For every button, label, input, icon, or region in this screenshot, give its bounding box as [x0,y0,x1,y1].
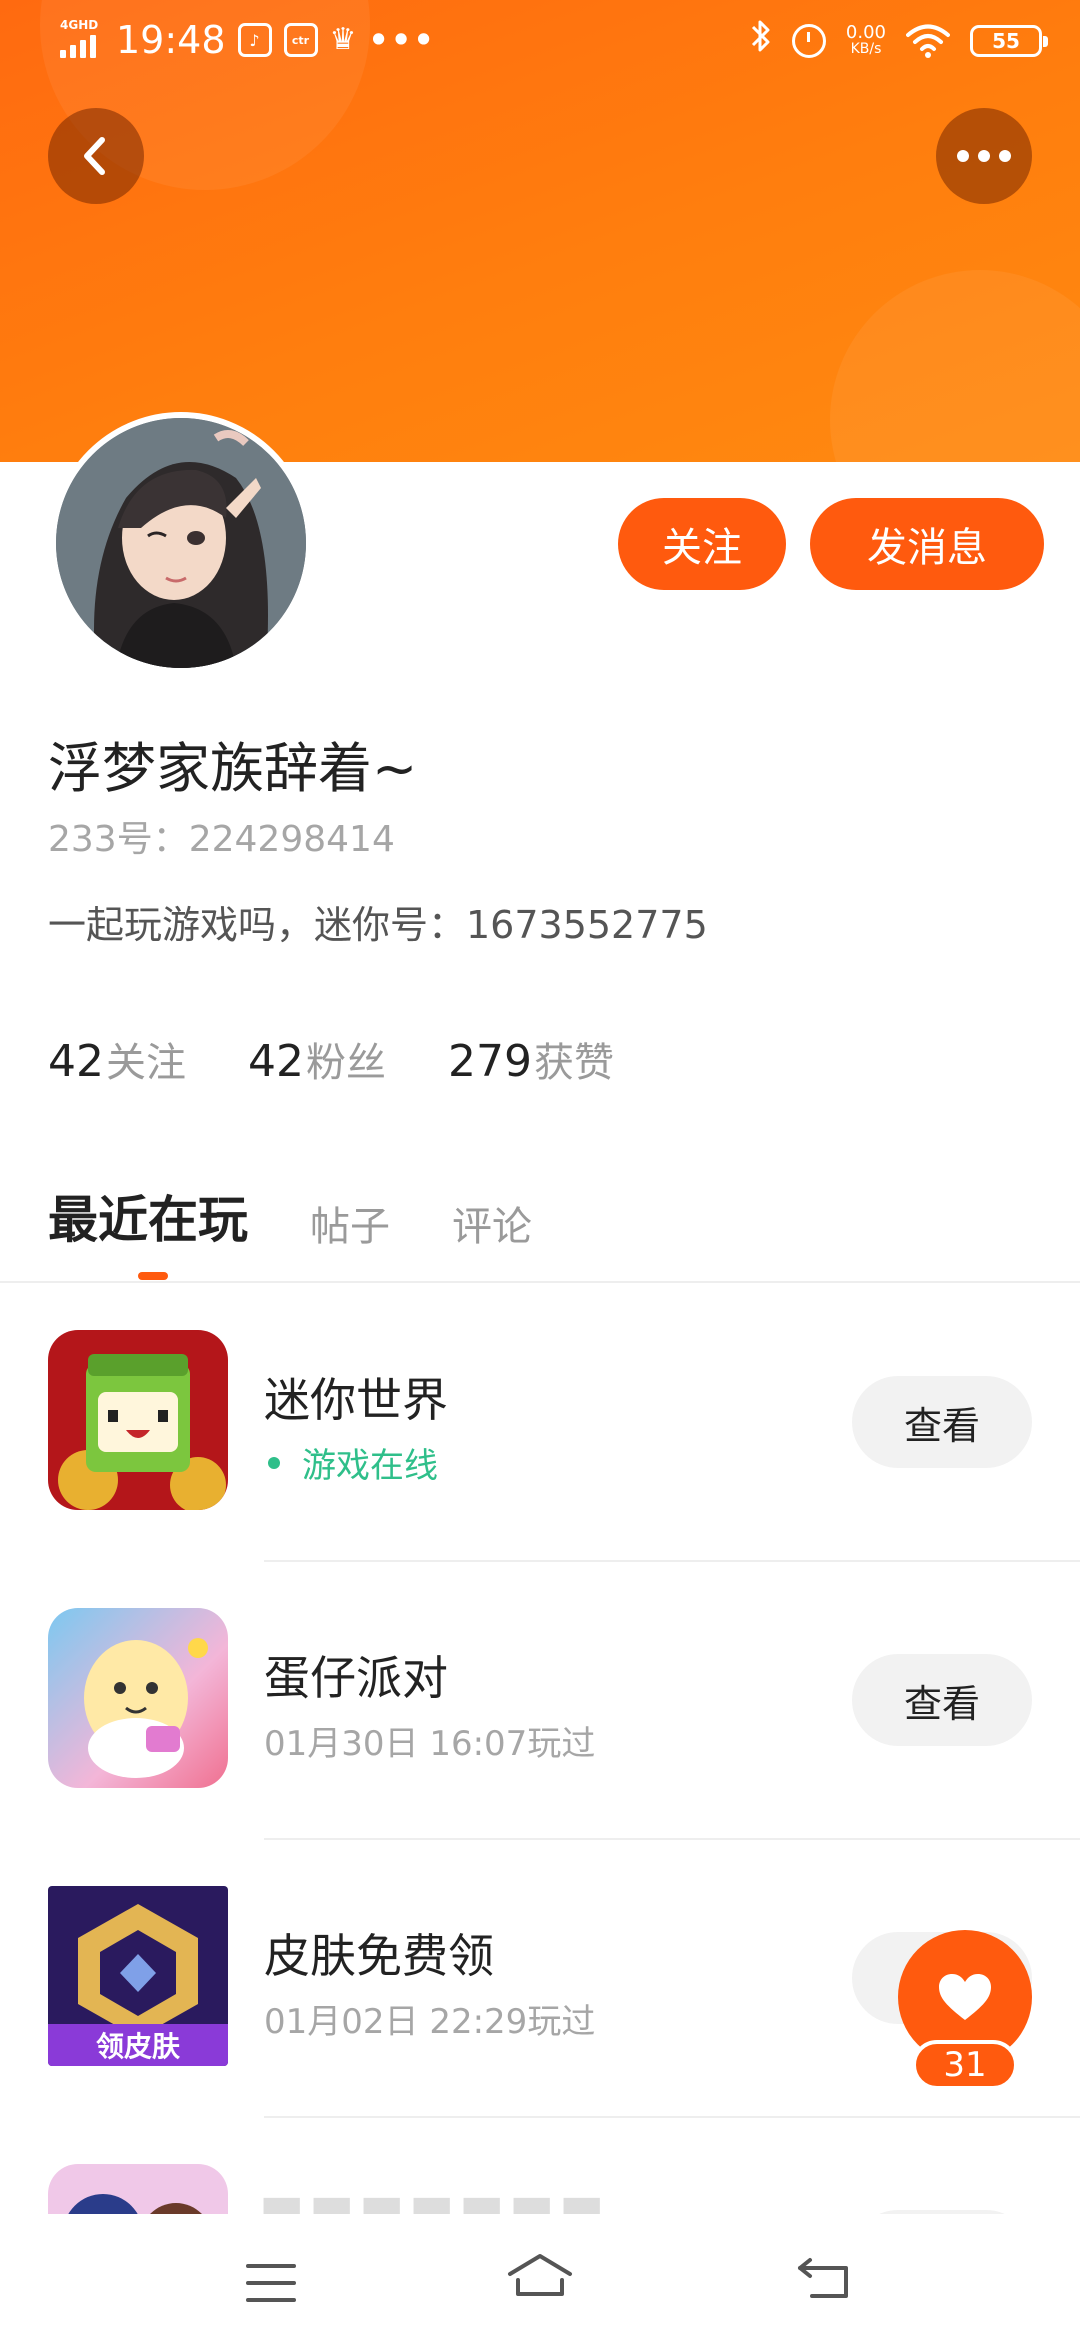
game-icon-mini-world [48,1330,228,1510]
list-item[interactable]: █ █ █ █ █ █ █ [0,2118,1080,2214]
online-status-text: 游戏在线 [302,1446,438,1486]
game-status: 游戏在线 [264,1438,438,1487]
back-icon[interactable] [796,2254,852,2302]
battery-level: 55 [992,28,1020,53]
home-icon[interactable] [506,2250,574,2302]
game-name: 迷你世界 [264,1373,448,1427]
active-tab-indicator [138,1272,168,1280]
tab-posts[interactable]: 帖子 [310,1194,390,1252]
game-name-partial: █ █ █ █ █ █ █ [264,2198,599,2214]
divider [0,1281,1080,1283]
stat-count: 42 [248,1036,304,1087]
cellular-signal-icon: 4GHD [58,18,104,62]
app-notification-icon: ctr [283,23,318,57]
network-speed: 0.00 KB/s [845,21,886,57]
avatar[interactable] [50,412,312,674]
game-name: 皮肤免费领 [264,1929,494,1983]
profile-bio: 一起玩游戏吗，迷你号：1673552775 [48,903,708,947]
profile-tabs: 最近在玩 帖子 评论 [48,1180,532,1252]
stat-label: 关注 [106,1040,186,1086]
system-navigation-bar [0,2214,1080,2340]
crown-icon: ♛ [329,22,357,57]
game-icon-partial [48,2164,228,2214]
header-decoration [830,270,1080,462]
wifi-icon [906,24,950,58]
game-icon-eggy-party [48,1608,228,1788]
heart-icon [939,1974,991,2020]
stat-label: 获赞 [533,1040,614,1086]
profile-header-banner: 4GHD 19:48 ♪ ctr ♛ ••• 0.00 KB/s 55 [0,0,1080,462]
status-bar: 4GHD 19:48 ♪ ctr ♛ ••• 0.00 KB/s 55 [0,0,1080,84]
stat-likes[interactable]: 279 获赞 [448,1030,614,1088]
stat-followers[interactable]: 42 粉丝 [248,1030,386,1088]
more-notifications-icon: ••• [368,21,436,59]
stat-label: 粉丝 [306,1040,386,1086]
view-button[interactable]: 查看 [852,1376,1032,1468]
bluetooth-icon [750,18,772,63]
username: 浮梦家族辞着~ [48,737,418,800]
send-message-button[interactable]: 发消息 [810,498,1044,590]
menu-icon[interactable] [246,2264,296,2302]
back-button[interactable] [48,108,144,204]
more-options-button[interactable] [936,108,1032,204]
network-type: 4GHD [60,18,99,32]
list-item[interactable]: 迷你世界 游戏在线 查看 [0,1284,1080,1562]
account-id: 233号：224298414 [48,819,395,860]
game-name: 蛋仔派对 [264,1651,448,1705]
like-count-badge: 31 [912,2040,1018,2090]
tab-recently-played[interactable]: 最近在玩 [48,1180,248,1252]
more-dots-icon [957,150,1011,162]
last-played-time: 01月30日 16:07玩过 [264,1724,596,1764]
online-dot-icon [268,1456,280,1469]
tab-comments[interactable]: 评论 [452,1194,532,1252]
follow-button[interactable]: 关注 [618,498,786,590]
alarm-icon [791,23,826,58]
stat-count: 279 [448,1036,532,1087]
avatar-illustration [56,418,306,668]
game-icon-free-skins: 领皮肤 [48,1886,228,2066]
stat-count: 42 [48,1036,104,1087]
chevron-left-icon [84,137,105,175]
skin-badge-text: 领皮肤 [96,2030,181,2063]
battery-icon: 55 [970,24,1048,57]
view-button[interactable]: 查看 [852,1654,1032,1746]
last-played-time: 01月02日 22:29玩过 [264,2002,596,2042]
profile-stats: 42 关注 42 粉丝 279 获赞 [48,1030,614,1088]
list-item[interactable]: 蛋仔派对 01月30日 16:07玩过 查看 [0,1562,1080,1840]
stat-following[interactable]: 42 关注 [48,1030,186,1088]
status-time: 19:48 [116,18,226,62]
tiktok-notification-icon: ♪ [237,23,272,57]
